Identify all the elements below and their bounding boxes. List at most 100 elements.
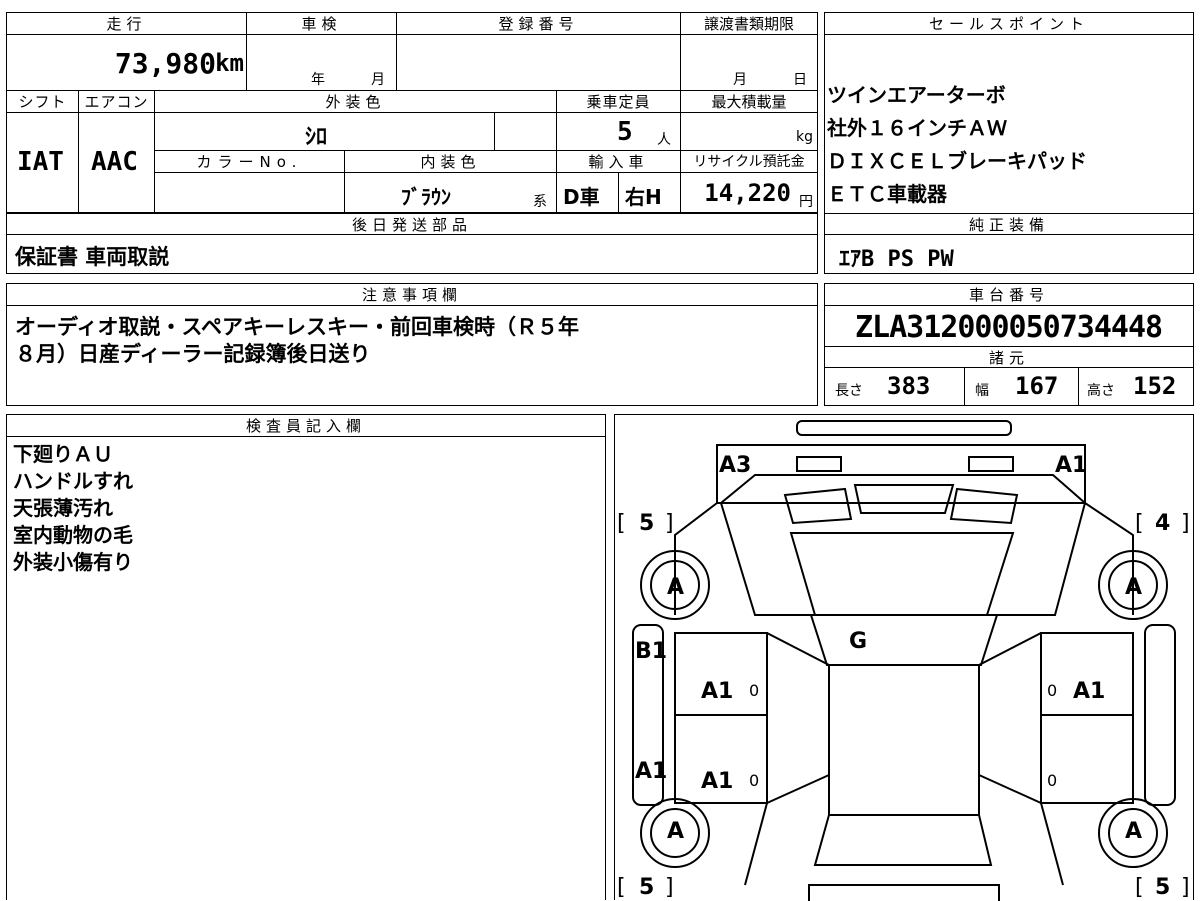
specs-header: 諸元 (825, 346, 1193, 368)
inspector-line: 天張薄汚れ (13, 496, 113, 520)
import-cell: D車 (557, 173, 619, 213)
notes-line: オーディオ取説・スペアキーレスキー・前回車検時（Ｒ５年 (15, 315, 580, 339)
shaken-cell: 年 月 (247, 35, 397, 91)
later-header: 後日発送部品 (7, 213, 817, 235)
width-label: 幅 (975, 383, 989, 399)
wheel-fl: A (667, 575, 685, 600)
chassis-header: 車台番号 (825, 284, 1193, 306)
equip-header: 純正装備 (825, 213, 1193, 235)
height-label: 高さ (1087, 383, 1115, 399)
transfer-cell: 月 日 (681, 35, 817, 91)
transfer-day: 日 (793, 72, 807, 88)
mark-sill-left-front: B1 (635, 639, 668, 664)
color-no-cell (155, 173, 345, 213)
shaken-year: 年 (311, 72, 325, 88)
ext-color-header: 外装色 (155, 91, 557, 113)
length-value: 383 (887, 372, 931, 400)
tread-fr: 4 (1155, 511, 1171, 536)
sales-line: ＥＴＣ車載器 (827, 182, 947, 206)
tread-fl-bracket: [ (617, 511, 626, 536)
recycle-header: リサイクル預託金 (681, 151, 817, 173)
wheel-rl: A (667, 819, 685, 844)
car-outline (632, 420, 1176, 901)
mileage-value: 73,980 (114, 47, 216, 80)
inspector-line: 下廻りＡＵ (13, 442, 113, 466)
tread-rr-bracket: [ (1135, 875, 1144, 900)
tread-rl-bracket-close: ] (665, 875, 674, 900)
max-load-unit: kg (796, 129, 813, 145)
capacity-header: 乗車定員 (557, 91, 681, 113)
ac-header: エアコン (79, 91, 155, 113)
recycle-unit: 円 (799, 194, 813, 210)
mark-front-left: A3 (719, 453, 752, 478)
inspector-box: 検査員記入欄 下廻りＡＵ ハンドルすれ 天張薄汚れ 室内動物の毛 外装小傷有り (6, 414, 606, 900)
mark-zero: 0 (749, 681, 760, 700)
wheel-rr: A (1125, 819, 1143, 844)
sales-points-box: セールスポイント ツインエアーターボ 社外１６インチＡＷ ＤＩＸＣＥＬブレーキパ… (824, 12, 1194, 274)
mileage-unit: km (215, 49, 244, 77)
notes-header: 注意事項欄 (7, 284, 817, 306)
capacity-cell: 5 人 (557, 113, 681, 151)
width-cell: 幅 167 (965, 368, 1079, 405)
tread-rr: 5 (1155, 875, 1171, 900)
height-cell: 高さ 152 (1079, 368, 1193, 405)
tread-fr-bracket-close: ] (1181, 511, 1190, 536)
transfer-month: 月 (733, 72, 747, 88)
mark-door-rf: A1 (1073, 679, 1106, 704)
shaken-month: 月 (371, 72, 385, 88)
import-value: D車 (563, 185, 600, 209)
mark-door-lr: A1 (701, 769, 734, 794)
shift-value: IAT (17, 147, 64, 177)
ac-cell: AAC (79, 113, 155, 213)
capacity-unit: 人 (657, 132, 671, 148)
mileage-cell: 73,980 km (7, 35, 247, 91)
inspector-line: 外装小傷有り (13, 550, 133, 574)
transfer-header: 譲渡書類期限 (681, 13, 817, 35)
handle-cell: 右H (619, 173, 681, 213)
mark-glass: G (849, 629, 868, 654)
notes-text: オーディオ取説・スペアキーレスキー・前回車検時（Ｒ５年 ８月）日産ディーラー記録… (15, 314, 579, 368)
tread-rl: 5 (639, 875, 655, 900)
sales-line: ＤＩＸＣＥＬブレーキパッド (827, 149, 1087, 173)
mark-door-lf: A1 (701, 679, 734, 704)
sales-line: ツインエアーターボ (827, 83, 1006, 107)
mark-zero: 0 (1047, 771, 1058, 790)
notes-box: 注意事項欄 オーディオ取説・スペアキーレスキー・前回車検時（Ｒ５年 ８月）日産デ… (6, 283, 818, 406)
registration-cell (397, 35, 681, 91)
length-label: 長さ (835, 383, 863, 399)
mark-zero: 0 (1047, 681, 1058, 700)
shaken-header: 車検 (247, 13, 397, 35)
length-cell: 長さ 383 (825, 368, 965, 405)
int-color-suffix: 系 (533, 194, 547, 210)
inspector-lines: 下廻りＡＵ ハンドルすれ 天張薄汚れ 室内動物の毛 外装小傷有り (13, 441, 133, 576)
sales-lines: ツインエアーターボ 社外１６インチＡＷ ＤＩＸＣＥＬブレーキパッド ＥＴＣ車載器 (827, 79, 1087, 211)
ext-color-extra-cell (495, 113, 557, 151)
handle-value: 右H (625, 185, 662, 209)
int-color-cell: ﾌﾞﾗｳﾝ 系 (345, 173, 557, 213)
notes-line: ８月）日産ディーラー記録簿後日送り (15, 342, 371, 366)
height-value: 152 (1133, 372, 1177, 400)
inspector-header: 検査員記入欄 (7, 415, 605, 437)
chassis-number: ZLA312000050734448 (855, 310, 1163, 345)
width-value: 167 (1015, 372, 1059, 400)
equip-value: ｴｱB PS PW (839, 247, 954, 272)
inspector-line: ハンドルすれ (13, 469, 133, 493)
car-diagram: A3 A1 [ 5 ] [ 4 ] A A A A G B1 A1 A1 0 A… (614, 414, 1194, 901)
tread-rl-bracket: [ (617, 875, 626, 900)
max-load-cell: kg (681, 113, 817, 151)
tread-fl: 5 (639, 511, 655, 536)
shift-cell: IAT (7, 113, 79, 213)
sales-header: セールスポイント (825, 13, 1193, 35)
max-load-header: 最大積載量 (681, 91, 817, 113)
tread-fr-bracket: [ (1135, 511, 1144, 536)
shift-header: シフト (7, 91, 79, 113)
chassis-box: 車台番号 ZLA312000050734448 諸元 長さ 383 幅 167 … (824, 283, 1194, 406)
later-items: 保証書 車両取説 (15, 245, 170, 269)
wheel-fr: A (1125, 575, 1143, 600)
color-no-header: カラーNo. (155, 151, 345, 173)
mark-zero: 0 (749, 771, 760, 790)
import-header: 輸入車 (557, 151, 681, 173)
registration-header: 登録番号 (397, 13, 681, 35)
sales-line: 社外１６インチＡＷ (827, 116, 1007, 140)
recycle-value: 14,220 (704, 179, 791, 207)
